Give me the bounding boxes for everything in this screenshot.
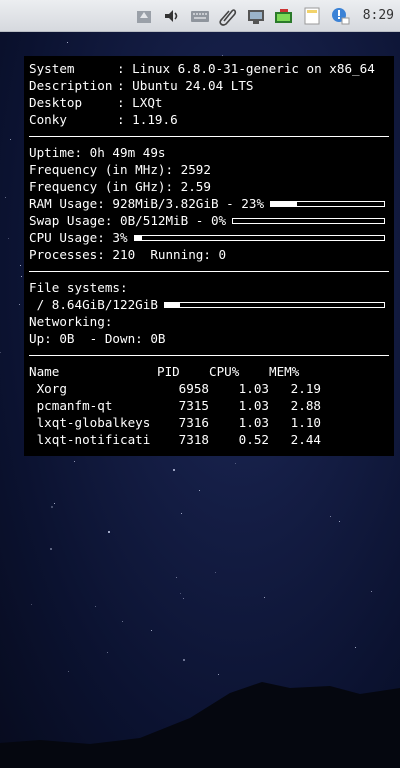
- header-pid: PID: [157, 364, 180, 379]
- proc-pid: 6958: [178, 381, 209, 396]
- proc-name: lxqt-globalkeys: [29, 415, 151, 430]
- divider: [29, 355, 389, 356]
- colon: :: [117, 112, 133, 127]
- root-fs-row: / 8.64GiB/122GiB: [29, 296, 389, 313]
- desktop-row: Desktop: LXQt: [29, 94, 389, 111]
- description-label: Description: [29, 78, 113, 93]
- divider: [29, 271, 389, 272]
- cpu-usage-text: CPU Usage: 3%: [29, 230, 128, 245]
- frequency-ghz-text: Frequency (in GHz): 2.59: [29, 179, 211, 194]
- proc-mem: 1.10: [290, 415, 321, 430]
- colon: :: [117, 61, 133, 76]
- ram-usage-bar-fill: [271, 201, 298, 206]
- conky-label: Conky: [29, 112, 67, 127]
- conky-value: 1.19.6: [132, 112, 178, 127]
- header-name: Name: [29, 364, 60, 379]
- conky-version-row: Conky: 1.19.6: [29, 111, 389, 128]
- proc-pid: 7318: [178, 432, 209, 447]
- panel-clock[interactable]: 8:29: [363, 8, 394, 23]
- header-cpu: CPU%: [209, 364, 240, 379]
- notes-icon[interactable]: [301, 5, 323, 27]
- table-row: Xorg 6958 1.03 2.19: [29, 380, 389, 397]
- networking-title: Networking:: [29, 314, 113, 329]
- cpu-usage-bar: [133, 234, 385, 241]
- root-fs-text: / 8.64GiB/122GiB: [29, 297, 158, 312]
- proc-mem: 2.19: [290, 381, 321, 396]
- network-speed-text: Up: 0B - Down: 0B: [29, 331, 166, 346]
- system-label: System: [29, 61, 75, 76]
- system-value: Linux 6.8.0-31-generic on x86_64: [132, 61, 375, 76]
- desktop-label: Desktop: [29, 95, 83, 110]
- window-list-icon[interactable]: [133, 5, 155, 27]
- proc-cpu: 1.03: [238, 415, 269, 430]
- proc-cpu: 1.03: [238, 381, 269, 396]
- wallpaper-mountain: [0, 682, 400, 768]
- root-fs-bar: [163, 301, 385, 308]
- proc-name: pcmanfm-qt: [29, 398, 113, 413]
- colon: :: [117, 78, 133, 93]
- keyboard-icon[interactable]: [189, 5, 211, 27]
- battery-icon[interactable]: [273, 5, 295, 27]
- table-row: lxqt-globalkeys 7316 1.03 1.10: [29, 414, 389, 431]
- notification-icon[interactable]: [329, 5, 351, 27]
- uptime-text: Uptime: 0h 49m 49s: [29, 145, 166, 160]
- description-value: Ubuntu 24.04 LTS: [132, 78, 254, 93]
- proc-cpu: 1.03: [238, 398, 269, 413]
- process-table-header: Name PID CPU% MEM%: [29, 363, 389, 380]
- ram-usage-bar: [270, 200, 385, 207]
- system-row: System: Linux 6.8.0-31-generic on x86_64: [29, 60, 389, 77]
- top-panel: 8:29: [0, 0, 400, 32]
- desktop-value: LXQt: [132, 95, 163, 110]
- cpu-usage-bar-fill: [134, 235, 143, 240]
- description-row: Description: Ubuntu 24.04 LTS: [29, 77, 389, 94]
- proc-cpu: 0.52: [238, 432, 269, 447]
- root-fs-bar-fill: [164, 302, 181, 307]
- colon: :: [117, 95, 133, 110]
- header-mem: MEM%: [269, 364, 300, 379]
- conky-window: System: Linux 6.8.0-31-generic on x86_64…: [24, 56, 394, 456]
- proc-mem: 2.44: [290, 432, 321, 447]
- divider: [29, 136, 389, 137]
- proc-pid: 7316: [178, 415, 209, 430]
- proc-mem: 2.88: [290, 398, 321, 413]
- proc-name: Xorg: [29, 381, 67, 396]
- clipboard-icon[interactable]: [217, 5, 239, 27]
- ram-row: RAM Usage: 928MiB/3.82GiB - 23%: [29, 195, 389, 212]
- table-row: pcmanfm-qt 7315 1.03 2.88: [29, 397, 389, 414]
- proc-name: lxqt-notificati: [29, 432, 151, 447]
- swap-usage-text: Swap Usage: 0B/512MiB - 0%: [29, 213, 227, 228]
- ram-usage-text: RAM Usage: 928MiB/3.82GiB - 23%: [29, 196, 265, 211]
- table-row: lxqt-notificati 7318 0.52 2.44: [29, 431, 389, 448]
- filesystems-title: File systems:: [29, 280, 128, 295]
- frequency-mhz-text: Frequency (in MHz): 2592: [29, 162, 211, 177]
- proc-pid: 7315: [178, 398, 209, 413]
- swap-row: Swap Usage: 0B/512MiB - 0%: [29, 212, 389, 229]
- processes-text: Processes: 210 Running: 0: [29, 247, 227, 262]
- swap-usage-bar: [232, 217, 385, 224]
- network-icon[interactable]: [245, 5, 267, 27]
- cpu-row: CPU Usage: 3%: [29, 229, 389, 246]
- volume-icon[interactable]: [161, 5, 183, 27]
